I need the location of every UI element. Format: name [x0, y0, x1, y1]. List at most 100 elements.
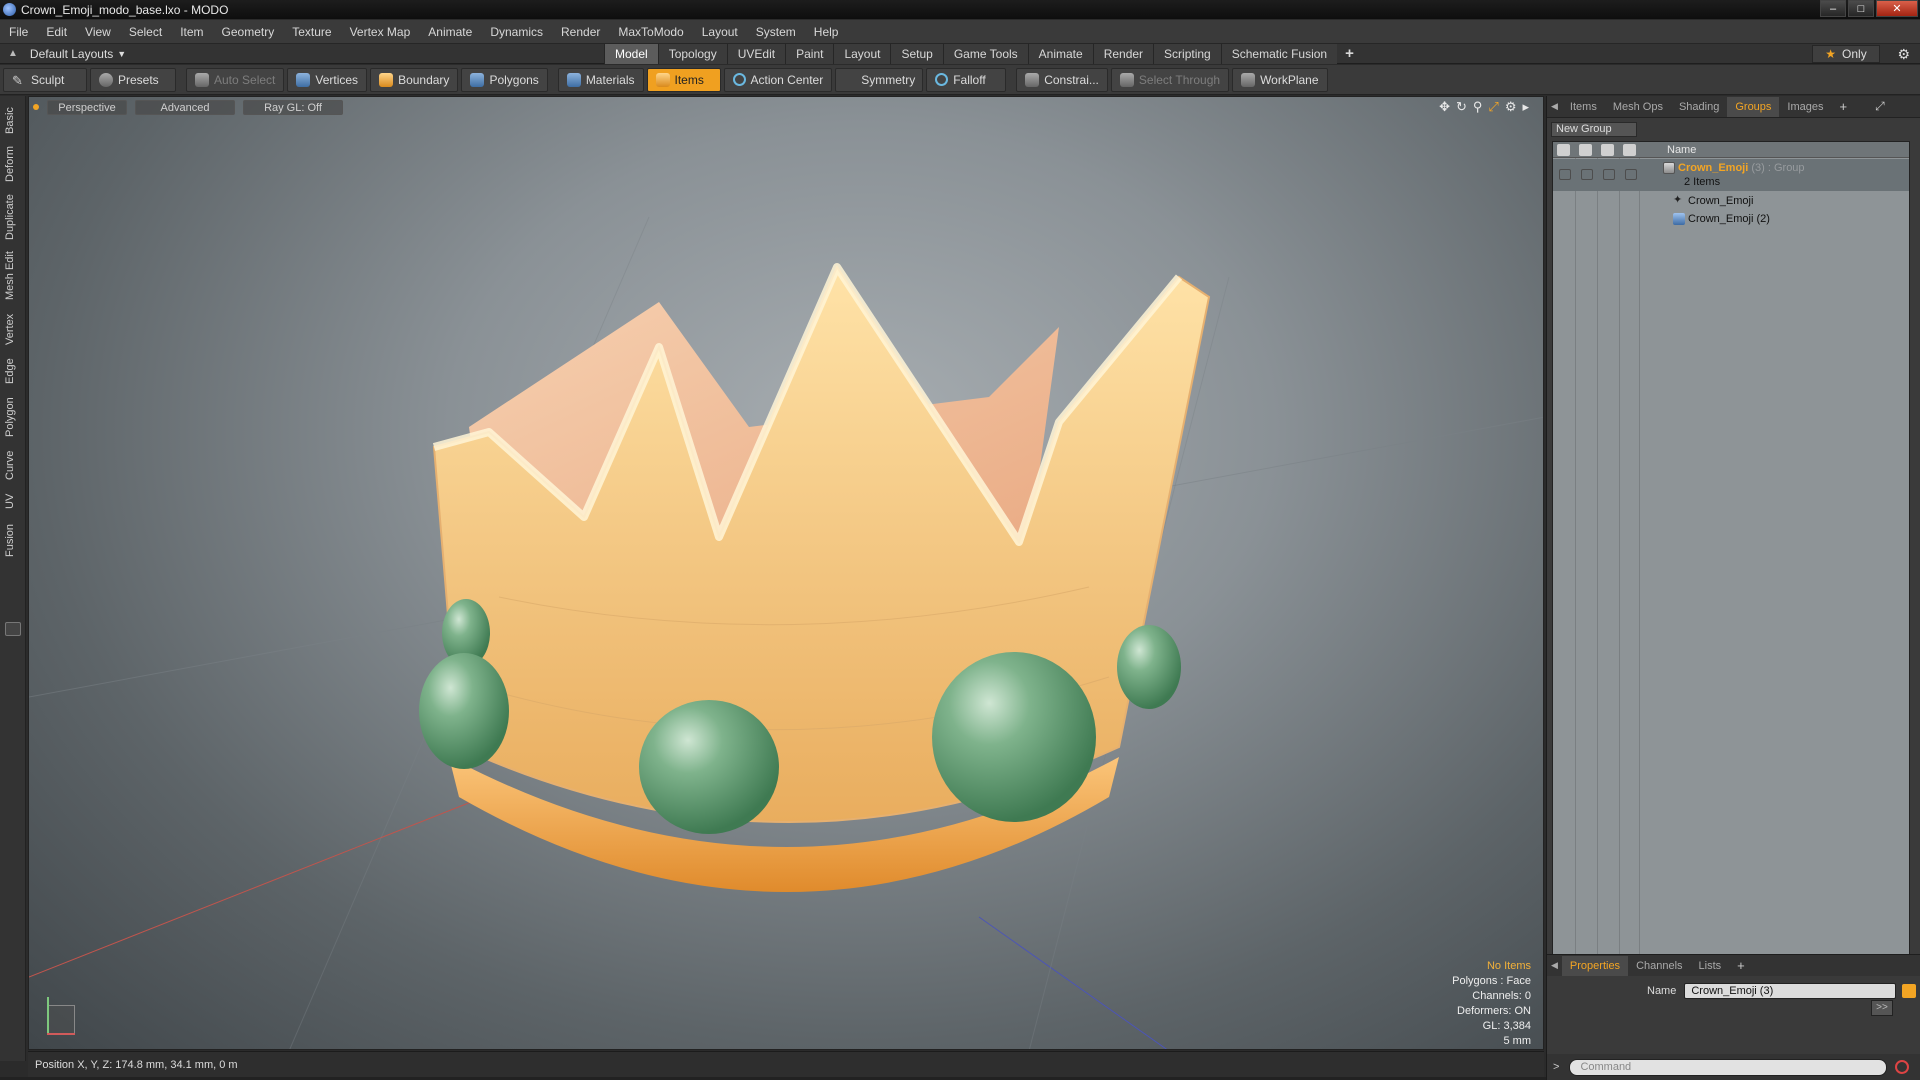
minimize-button[interactable]: –	[1820, 0, 1846, 17]
vtab-edge[interactable]: Edge	[4, 356, 22, 386]
vtab-curve[interactable]: Curve	[4, 448, 22, 482]
menu-edit[interactable]: Edit	[37, 25, 76, 39]
more-properties-button[interactable]: >>	[1871, 1000, 1893, 1016]
symmetry-button[interactable]: Symmetry	[835, 67, 924, 92]
constraints-button[interactable]: Constrai...	[1016, 67, 1108, 92]
workplane-button[interactable]: WorkPlane	[1232, 67, 1328, 92]
tab-groups[interactable]: Groups	[1727, 96, 1780, 117]
tab-items[interactable]: Items	[1562, 97, 1605, 117]
close-button[interactable]: ✕	[1876, 0, 1918, 17]
color-swatch[interactable]	[1902, 984, 1917, 998]
render-column-icon[interactable]	[1579, 144, 1592, 156]
menu-file[interactable]: File	[0, 25, 37, 39]
vtab-basic[interactable]: Basic	[4, 104, 22, 138]
menu-geometry[interactable]: Geometry	[213, 25, 284, 39]
lock-toggle-icon[interactable]	[1603, 169, 1615, 180]
select-column-icon[interactable]	[1623, 144, 1636, 156]
add-props-tab-icon[interactable]: +	[1729, 956, 1753, 976]
name-column-header[interactable]: Name	[1667, 144, 1696, 156]
tab-images[interactable]: Images	[1779, 97, 1831, 117]
menu-view[interactable]: View	[76, 25, 120, 39]
rotate-icon[interactable]: ↻	[1456, 99, 1467, 115]
vtab-uv[interactable]: UV	[4, 490, 22, 512]
materials-button[interactable]: Materials	[557, 67, 644, 92]
fit-icon[interactable]: ⤢	[1488, 99, 1498, 115]
vtab-fusion[interactable]: Fusion	[4, 520, 22, 560]
pan-icon[interactable]: ✥	[1439, 99, 1450, 115]
tab-render[interactable]: Render	[1092, 44, 1154, 64]
menu-texture[interactable]: Texture	[283, 25, 340, 39]
visibility-column-icon[interactable]	[1557, 144, 1570, 156]
add-panel-tab-icon[interactable]: +	[1832, 97, 1856, 117]
tab-animate[interactable]: Animate	[1027, 44, 1093, 64]
name-property-field[interactable]: Crown_Emoji (3)	[1684, 983, 1897, 999]
group-row[interactable]: Crown_Emoji (3) : Group 2 Items	[1553, 159, 1909, 191]
tab-lists[interactable]: Lists	[1691, 956, 1730, 976]
select-toggle-icon[interactable]	[1625, 169, 1637, 180]
presets-button[interactable]: Presets	[90, 67, 176, 92]
tab-schematic-fusion[interactable]: Schematic Fusion	[1220, 44, 1338, 64]
falloff-button[interactable]: Falloff	[926, 67, 1007, 92]
vtab-duplicate[interactable]: Duplicate	[4, 192, 22, 242]
expand-panel-icon[interactable]: ⤢	[1875, 99, 1885, 114]
menu-dynamics[interactable]: Dynamics	[481, 25, 552, 39]
boundary-button[interactable]: Boundary	[370, 67, 459, 92]
panel-collapse-icon[interactable]: ◀	[1551, 101, 1558, 112]
action-center-button[interactable]: Action Center	[723, 67, 833, 92]
command-input[interactable]: Command	[1569, 1058, 1888, 1076]
list-item[interactable]: Crown_Emoji (2)	[1553, 210, 1909, 228]
vtab-vertex[interactable]: Vertex	[4, 310, 22, 348]
vtab-mesh-edit[interactable]: Mesh Edit	[4, 250, 22, 302]
tab-shading[interactable]: Shading	[1671, 97, 1727, 117]
menu-select[interactable]: Select	[120, 25, 171, 39]
menu-maxtomodo[interactable]: MaxToModo	[609, 25, 692, 39]
zoom-icon[interactable]: ⚲	[1473, 99, 1483, 115]
menu-animate[interactable]: Animate	[419, 25, 481, 39]
view-mode-button[interactable]: Perspective	[47, 99, 127, 115]
menu-system[interactable]: System	[747, 25, 805, 39]
visibility-toggle-icon[interactable]	[1559, 169, 1571, 180]
shading-mode-button[interactable]: Advanced	[135, 99, 235, 115]
maximize-button[interactable]: □	[1848, 0, 1874, 17]
tab-topology[interactable]: Topology	[657, 44, 727, 64]
tab-game-tools[interactable]: Game Tools	[942, 44, 1028, 64]
tab-mesh-ops[interactable]: Mesh Ops	[1605, 97, 1671, 117]
collapse-up-icon[interactable]: ▲	[8, 48, 18, 59]
viewport-settings-icon[interactable]: ⚙	[1505, 99, 1517, 115]
tab-uvedit[interactable]: UVEdit	[726, 44, 786, 64]
select-through-button[interactable]: Select Through	[1110, 67, 1230, 92]
lock-column-icon[interactable]	[1601, 144, 1614, 156]
menu-render[interactable]: Render	[552, 25, 609, 39]
tab-layout[interactable]: Layout	[833, 44, 891, 64]
menu-layout[interactable]: Layout	[693, 25, 747, 39]
stop-icon[interactable]	[1895, 1060, 1910, 1074]
render-toggle-icon[interactable]	[1581, 169, 1593, 180]
3d-viewport[interactable]: Perspective Advanced Ray GL: Off ✥ ↻ ⚲ ⤢…	[28, 96, 1544, 1050]
layout-selector[interactable]: ▲ Default Layouts ▼	[0, 47, 600, 61]
only-toggle[interactable]: ★ Only	[1812, 45, 1880, 63]
vtab-deform[interactable]: Deform	[4, 144, 22, 184]
menu-help[interactable]: Help	[805, 25, 848, 39]
new-group-button[interactable]: New Group	[1551, 122, 1637, 137]
items-button[interactable]: Items	[646, 67, 721, 92]
viewport-menu-icon[interactable]: ▸	[1522, 99, 1529, 115]
menu-item[interactable]: Item	[171, 25, 212, 39]
auto-select-button[interactable]: Auto Select	[186, 67, 285, 92]
vtab-polygon[interactable]: Polygon	[4, 394, 22, 440]
add-tab-icon[interactable]: +	[1337, 44, 1362, 64]
tab-setup[interactable]: Setup	[890, 44, 943, 64]
raygl-button[interactable]: Ray GL: Off	[243, 99, 343, 115]
menu-vertex-map[interactable]: Vertex Map	[341, 25, 420, 39]
polygons-button[interactable]: Polygons	[461, 67, 548, 92]
vertices-button[interactable]: Vertices	[287, 67, 368, 92]
tab-paint[interactable]: Paint	[785, 44, 834, 64]
tab-channels[interactable]: Channels	[1628, 956, 1690, 976]
tab-properties[interactable]: Properties	[1561, 955, 1629, 976]
tab-model[interactable]: Model	[604, 44, 658, 64]
list-item[interactable]: ✦ Crown_Emoji	[1553, 192, 1909, 210]
panel-toggle-icon[interactable]	[5, 622, 21, 636]
sculpt-button[interactable]: ✎ Sculpt	[3, 67, 87, 92]
tab-scripting[interactable]: Scripting	[1153, 44, 1221, 64]
gear-icon[interactable]: ⚙	[1897, 46, 1910, 63]
props-collapse-icon[interactable]: ◀	[1551, 960, 1558, 971]
